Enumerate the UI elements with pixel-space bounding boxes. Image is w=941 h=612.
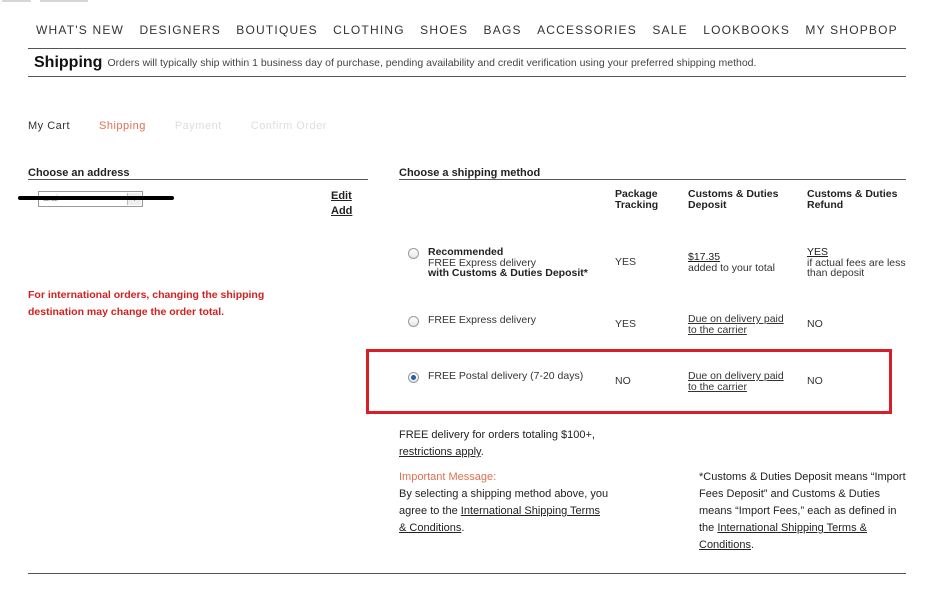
shipping-divider — [399, 179, 906, 180]
footer-divider — [28, 573, 906, 574]
nav-boutiques[interactable]: BOUTIQUES — [236, 21, 317, 48]
customs-definition-note: *Customs & Duties Deposit means “Import … — [699, 471, 906, 551]
important-message-heading: Important Message: — [399, 471, 497, 483]
col-header-refund: Customs & Duties Refund — [807, 188, 898, 211]
international-order-warning: For international orders, changing the s… — [28, 289, 265, 318]
step-my-cart[interactable]: My Cart — [28, 120, 70, 132]
restrictions-link[interactable]: restrictions apply — [399, 446, 481, 458]
address-heading: Choose an address — [28, 167, 130, 179]
option-free-express-refund: NO — [807, 318, 823, 330]
checkout-steps: My Cart Shipping Payment Confirm Order — [28, 120, 356, 132]
free-delivery-note: FREE delivery for orders totaling $100+,… — [399, 429, 595, 458]
radio-free-express[interactable] — [408, 316, 419, 327]
edit-address-link[interactable]: Edit — [331, 190, 352, 202]
option-recommended-label[interactable]: Recommended FREE Express delivery with C… — [428, 247, 588, 279]
address-divider — [28, 179, 368, 180]
important-message: Important Message: By selecting a shippi… — [399, 471, 609, 534]
redaction-bar — [18, 196, 174, 200]
col-header-tracking: Package Tracking — [615, 188, 659, 211]
page-subtitle: Orders will typically ship within 1 busi… — [107, 57, 757, 69]
page-header: Shipping Orders will typically ship with… — [28, 50, 906, 77]
option-recommended-tracking: YES — [615, 256, 637, 268]
browser-top-strip — [0, 0, 941, 4]
radio-recommended[interactable] — [408, 248, 419, 259]
nav-bags[interactable]: BAGS — [484, 21, 522, 48]
nav-designers[interactable]: DESIGNERS — [139, 21, 220, 48]
annotation-highlight-box — [366, 349, 892, 414]
col-header-deposit: Customs & Duties Deposit — [688, 188, 779, 211]
option-recommended-deposit: $17.35 added to your total — [688, 251, 775, 274]
page-title: Shipping — [34, 54, 103, 71]
add-address-link[interactable]: Add — [331, 205, 352, 217]
nav-sale[interactable]: SALE — [652, 21, 688, 48]
step-payment: Payment — [174, 120, 222, 132]
nav-shoes[interactable]: SHOES — [420, 21, 468, 48]
step-shipping: Shipping — [99, 120, 146, 132]
option-free-express-deposit-link[interactable]: Due on delivery paid to the carrier — [688, 314, 793, 335]
option-recommended-refund: YES if actual fees are less than deposit — [807, 246, 906, 279]
step-confirm-order: Confirm Order — [250, 120, 327, 132]
main-nav: WHAT'S NEW DESIGNERS BOUTIQUES CLOTHING … — [28, 21, 906, 49]
nav-lookbooks[interactable]: LOOKBOOKS — [703, 21, 790, 48]
nav-whats-new[interactable]: WHAT'S NEW — [36, 21, 124, 48]
option-free-express-label[interactable]: FREE Express delivery — [428, 315, 536, 326]
option-free-express-tracking: YES — [615, 318, 637, 330]
shipping-method-heading: Choose a shipping method — [399, 167, 541, 179]
nav-accessories[interactable]: ACCESSORIES — [537, 21, 637, 48]
customs-terms-link[interactable]: International Shipping Terms & Condition… — [699, 522, 867, 551]
nav-clothing[interactable]: CLOTHING — [333, 21, 405, 48]
nav-my-shopbop[interactable]: MY SHOPBOP — [805, 21, 897, 48]
